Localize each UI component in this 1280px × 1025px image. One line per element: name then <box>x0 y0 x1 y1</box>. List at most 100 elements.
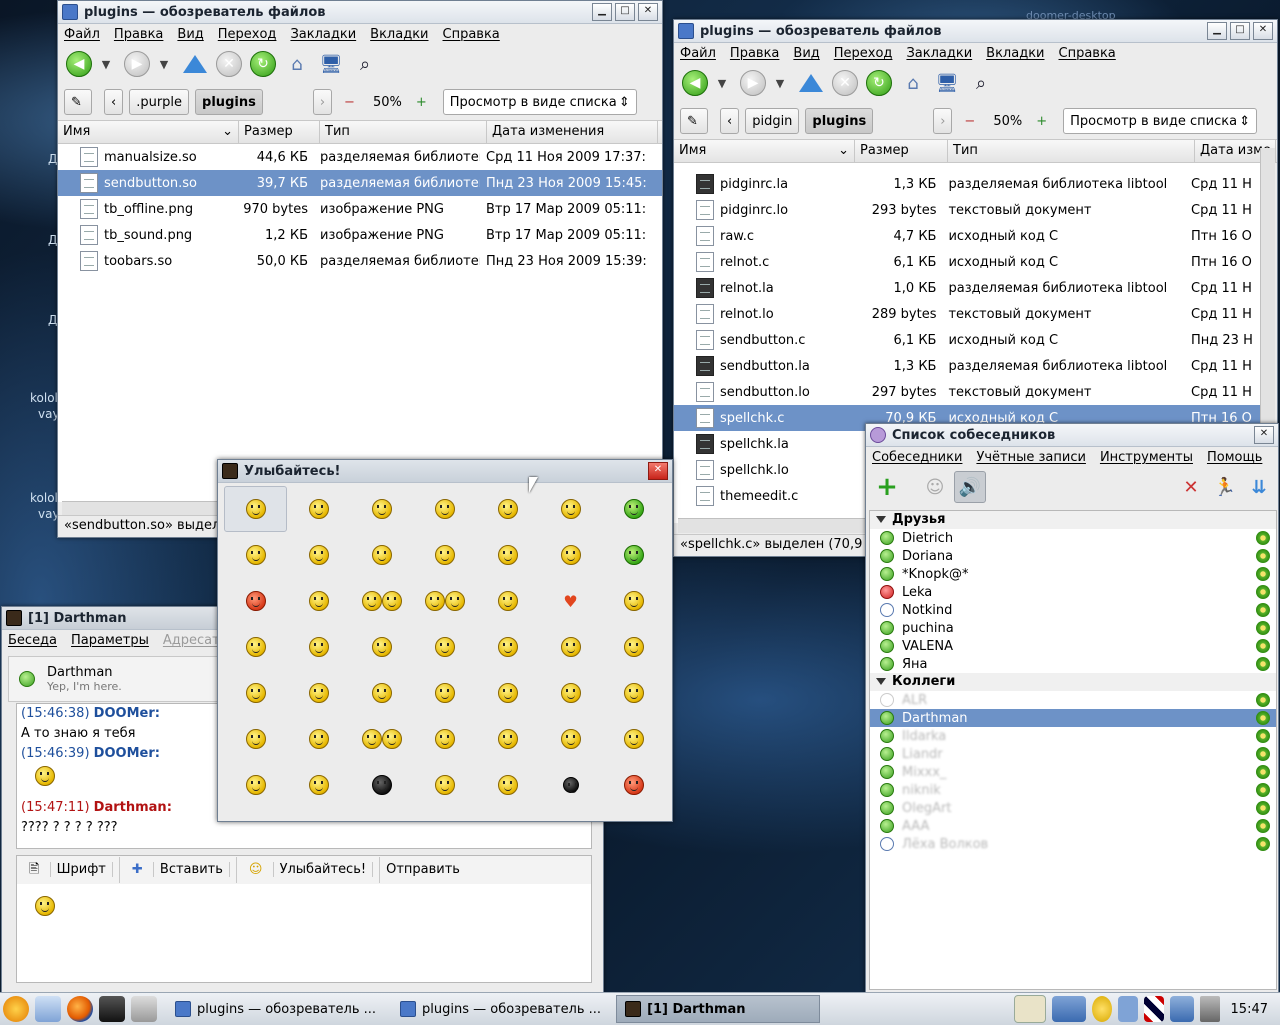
smiley-cell[interactable] <box>413 716 476 762</box>
path-scroll-left-button[interactable]: ‹ <box>720 108 740 134</box>
desktop-icon-label[interactable]: kolol <box>30 491 58 505</box>
smiley-cell[interactable] <box>350 716 413 762</box>
menu-file[interactable]: Файл <box>680 46 716 61</box>
edit-location-button[interactable]: ✎ <box>680 108 708 134</box>
back-history-chevron-icon[interactable]: ▼ <box>98 49 114 79</box>
stop-button[interactable]: ✕ <box>830 68 860 98</box>
buddy-item[interactable]: Leka <box>870 583 1276 601</box>
smiley-cell[interactable] <box>287 578 350 624</box>
smiley-cell[interactable] <box>224 716 287 762</box>
maximize-button[interactable]: □ <box>1230 22 1250 40</box>
smiley-cell[interactable]: ♥ <box>539 578 602 624</box>
desktop-icon-label[interactable]: kolol <box>30 391 58 405</box>
column-header-name[interactable]: Имя ⌄ <box>58 121 239 143</box>
smiley-cell[interactable] <box>287 762 350 808</box>
file-row[interactable]: relnot.la 1,0 КБ разделяемая библиотека li… <box>674 275 1260 301</box>
file-manager-launcher-icon[interactable] <box>35 996 61 1022</box>
buddy-item[interactable]: Notkind <box>870 601 1276 619</box>
window-titlebar[interactable]: plugins — обозреватель файлов ▁ □ ✕ <box>674 20 1277 43</box>
zoom-out-icon[interactable]: − <box>964 114 975 129</box>
network-icon[interactable] <box>1117 996 1138 1022</box>
window-titlebar[interactable]: plugins — обозреватель файлов ▁ □ ✕ <box>58 1 662 24</box>
menu-view[interactable]: Вид <box>793 46 819 61</box>
buddy-item[interactable]: Лёха Волков <box>870 835 1276 853</box>
buddy-item[interactable]: niknik <box>870 781 1276 799</box>
buddy-item[interactable]: VALENA <box>870 637 1276 655</box>
path-button[interactable]: pidgin <box>745 108 800 134</box>
computer-button[interactable]: 🖥 <box>932 68 962 98</box>
smiley-cell[interactable] <box>224 578 287 624</box>
view-mode-select[interactable]: Просмотр в виде списка ⇕ <box>442 89 637 115</box>
minimize-button[interactable]: ▁ <box>1207 22 1227 40</box>
home-button[interactable]: ⌂ <box>898 68 928 98</box>
smiley-cell[interactable] <box>224 762 287 808</box>
file-row[interactable]: tb_sound.png 1,2 КБ изображение PNG Втр … <box>58 222 662 248</box>
menu-tabs[interactable]: Вкладки <box>370 27 428 42</box>
column-header-size[interactable]: Размер <box>855 140 948 162</box>
menu-view[interactable]: Вид <box>177 27 203 42</box>
smiley-cell[interactable] <box>224 532 287 578</box>
desktop-icon-label[interactable]: Д <box>48 313 57 327</box>
back-history-chevron-icon[interactable]: ▼ <box>714 68 730 98</box>
smiley-cell[interactable] <box>539 486 602 532</box>
start-menu-icon[interactable] <box>3 996 29 1022</box>
close-button[interactable]: ✕ <box>638 3 658 21</box>
forward-button[interactable]: ▶ <box>122 49 152 79</box>
buddy-item[interactable]: Liandr <box>870 745 1276 763</box>
home-button[interactable]: ⌂ <box>282 49 312 79</box>
smiley-cell[interactable] <box>224 670 287 716</box>
forward-history-chevron-icon[interactable]: ▼ <box>156 49 172 79</box>
maximize-button[interactable]: □ <box>615 3 635 21</box>
close-button[interactable]: ✕ <box>648 462 668 480</box>
file-row[interactable]: tb_offline.png 970 bytes изображение PNG… <box>58 196 662 222</box>
menu-edit[interactable]: Правка <box>114 27 163 42</box>
menu-bookmarks[interactable]: Закладки <box>290 27 356 42</box>
smiley-cell[interactable] <box>287 716 350 762</box>
smiley-cell[interactable] <box>287 624 350 670</box>
horizontal-scrollbar[interactable] <box>678 518 868 533</box>
file-row[interactable]: relnot.c 6,1 КБ исходный код C Птн 16 О <box>674 249 1260 275</box>
column-header-date[interactable]: Дата изменения <box>487 121 658 143</box>
file-row[interactable]: sendbutton.la 1,3 КБ разделяемая библиотек… <box>674 353 1260 379</box>
menu-help[interactable]: Справка <box>443 27 500 42</box>
smiley-cell[interactable] <box>287 486 350 532</box>
group-header[interactable]: Коллеги <box>870 673 1276 691</box>
smiley-cell[interactable] <box>539 762 602 808</box>
add-buddy-button[interactable]: + <box>872 472 902 502</box>
up-button[interactable] <box>796 68 826 98</box>
smiley-cell[interactable] <box>413 532 476 578</box>
smiley-cell[interactable] <box>602 716 665 762</box>
smiley-cell[interactable] <box>602 486 665 532</box>
menu-send-to[interactable]: Адресат <box>163 633 220 648</box>
tray-smiley-icon[interactable] <box>1013 995 1046 1023</box>
workspace-switcher-icon[interactable] <box>1051 996 1086 1022</box>
forward-button[interactable]: ▶ <box>738 68 768 98</box>
pidgin-tray-icon[interactable] <box>1091 996 1112 1022</box>
close-button[interactable]: ✕ <box>1254 426 1274 444</box>
path-scroll-left-button[interactable]: ‹ <box>104 89 124 115</box>
buddy-item[interactable]: Яна <box>870 655 1276 673</box>
menu-tabs[interactable]: Вкладки <box>986 46 1044 61</box>
smiley-cell[interactable] <box>350 486 413 532</box>
view-mode-select[interactable]: Просмотр в виде списка ⇕ <box>1063 108 1258 134</box>
smiley-cell[interactable] <box>539 624 602 670</box>
sound-toggle-button[interactable]: 🔊 <box>954 471 986 503</box>
search-button[interactable]: ⌕ <box>350 49 380 79</box>
buddy-item[interactable]: Mixxx_ <box>870 763 1276 781</box>
smiley-cell[interactable] <box>350 578 413 624</box>
zoom-in-icon[interactable]: + <box>1036 114 1047 129</box>
smiley-cell[interactable] <box>476 762 539 808</box>
menu-go[interactable]: Переход <box>834 46 893 61</box>
taskbar-item[interactable]: plugins — обозреватель ... <box>391 995 610 1023</box>
clock[interactable]: 15:47 <box>1231 1002 1268 1017</box>
path-scroll-right-button[interactable]: › <box>312 89 333 115</box>
smileys-button[interactable]: ☺ Улыбайтесь! <box>237 857 381 883</box>
menu-help[interactable]: Помощь <box>1207 450 1262 465</box>
buddy-item-selected[interactable]: Darthman <box>870 709 1276 727</box>
buddy-info-button[interactable]: ☺ <box>920 472 950 502</box>
buddy-item[interactable]: Dietrich <box>870 529 1276 547</box>
reload-button[interactable]: ↻ <box>864 68 894 98</box>
smiley-cell[interactable] <box>539 532 602 578</box>
minimize-button[interactable]: ▁ <box>592 3 612 21</box>
column-header-type[interactable]: Тип <box>320 121 487 143</box>
